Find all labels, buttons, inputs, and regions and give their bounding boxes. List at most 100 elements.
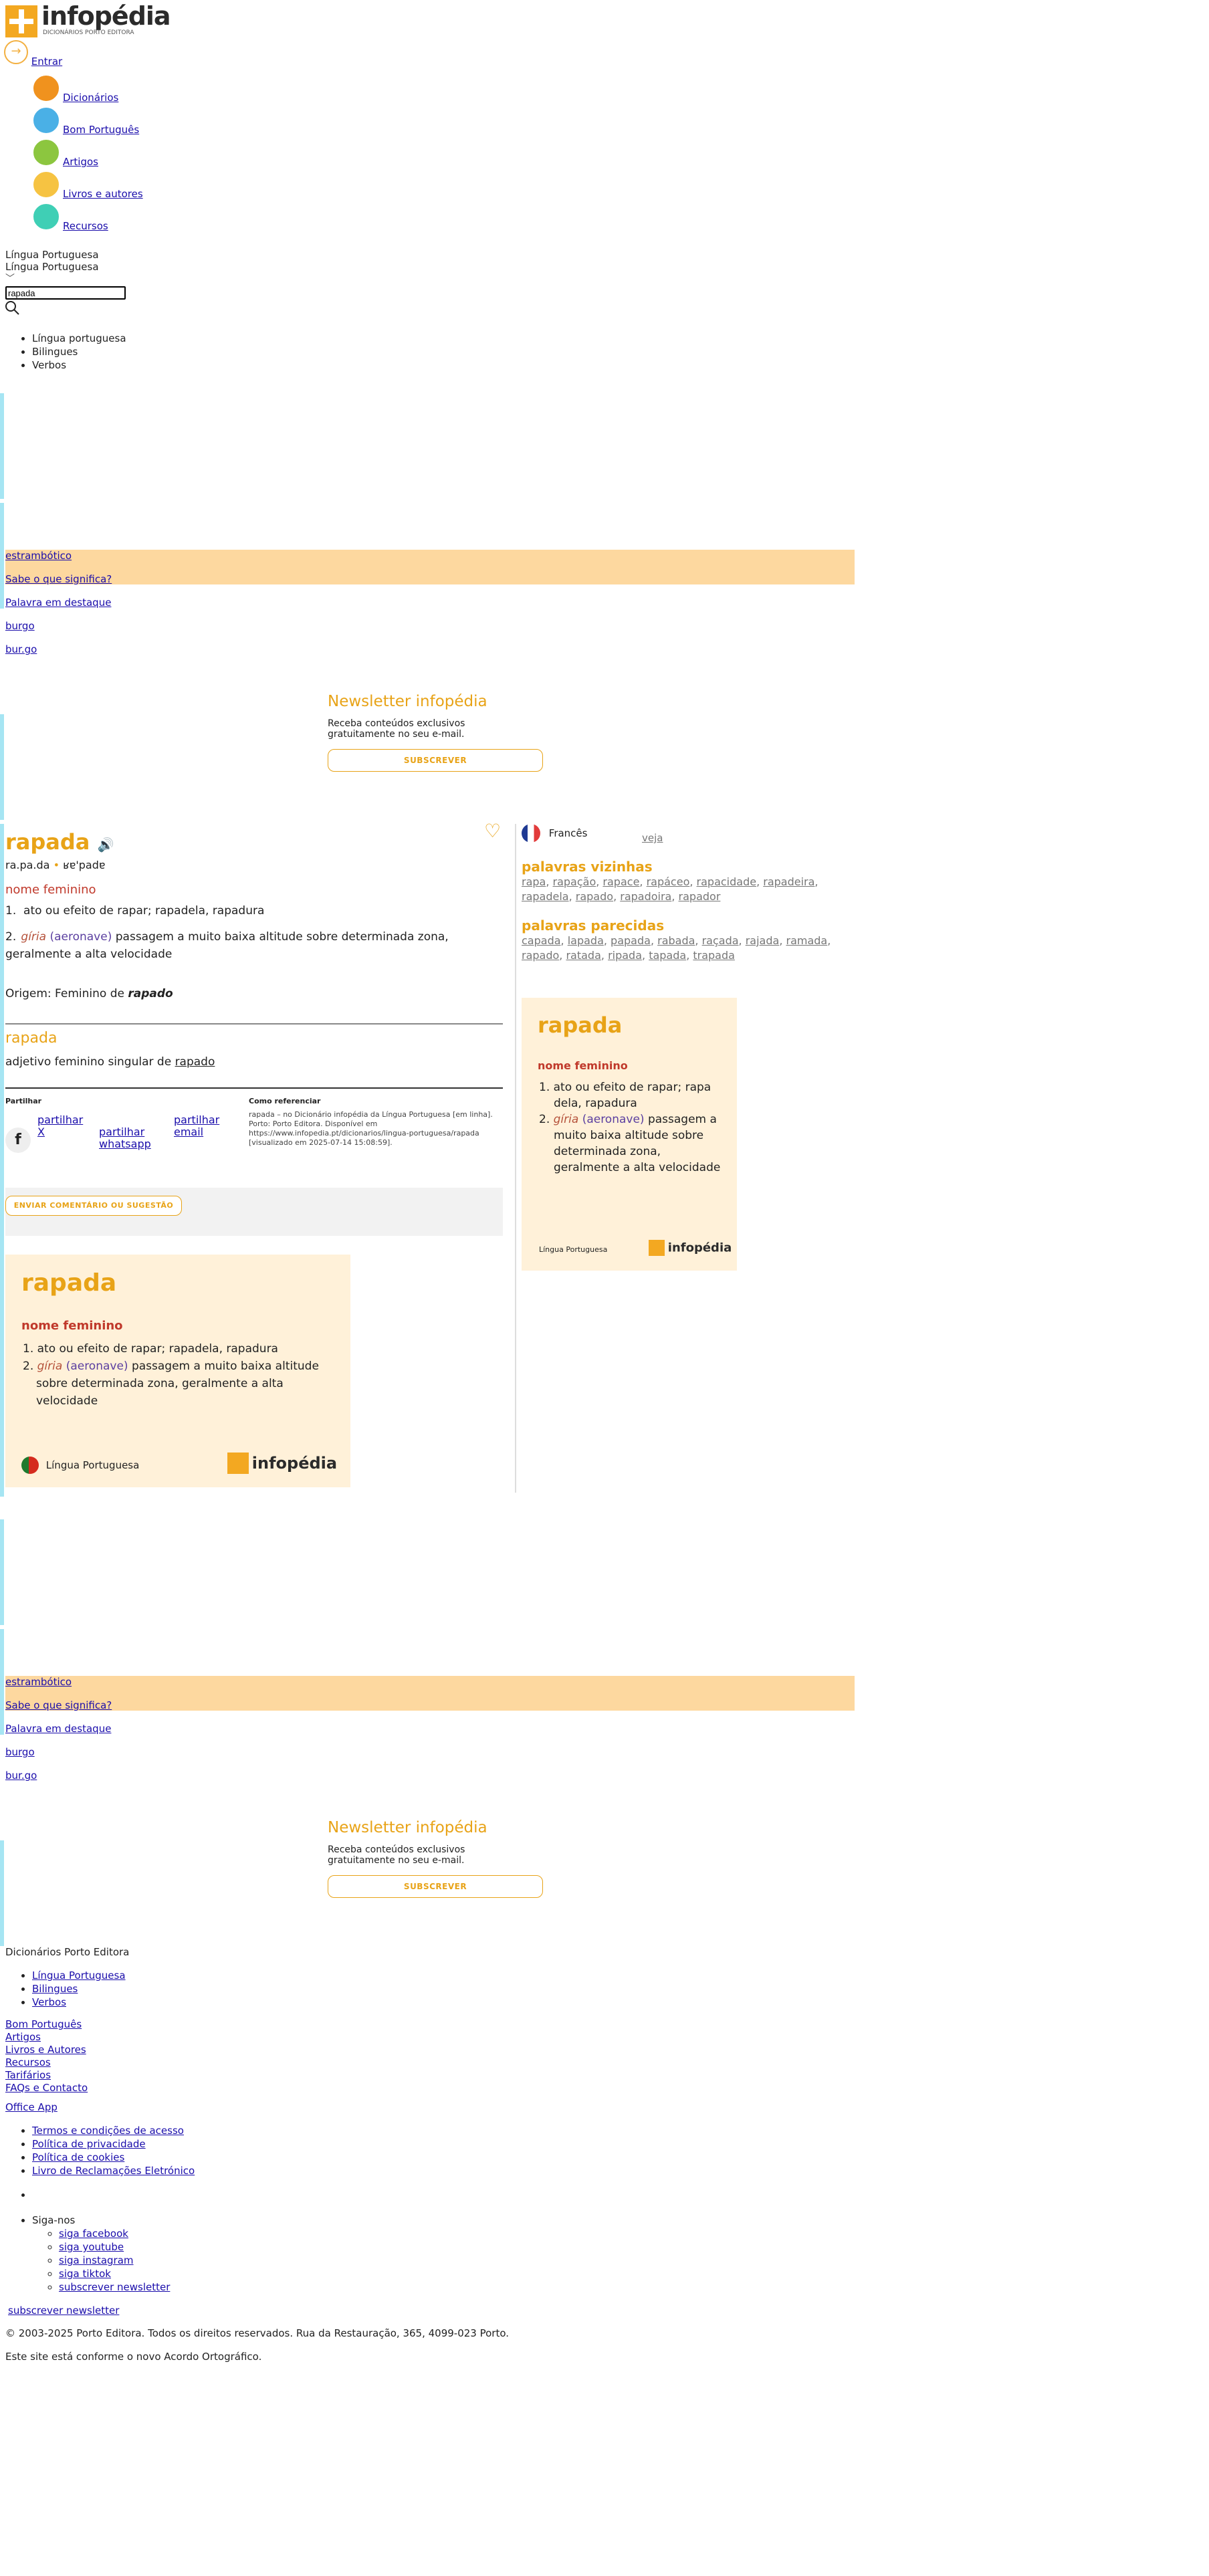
ad-banner <box>0 503 4 609</box>
entry-sense-2: 2. gíria (aeronave) passagem a muito bai… <box>5 930 449 961</box>
instagram-link[interactable]: siga instagram <box>59 2254 134 2266</box>
option-lingua-portuguesa[interactable]: Língua portuguesa <box>32 332 126 345</box>
featured-word-link[interactable]: burgo <box>5 1746 35 1758</box>
heart-icon[interactable]: ♡ <box>484 820 501 842</box>
featured-syllables-link[interactable]: bur.go <box>5 643 37 655</box>
login-icon: → <box>4 40 28 64</box>
card-language: Língua Portuguesa <box>21 1457 139 1474</box>
newsletter-title: Newsletter infopédia <box>328 1819 487 1836</box>
dictionary-options: Língua portuguesa Bilingues Verbos <box>0 332 126 372</box>
nav-item-recursos[interactable]: Recursos <box>32 201 143 233</box>
entry-pos: nome feminino <box>5 883 96 897</box>
word-of-day-link[interactable]: estrambótico <box>5 1676 72 1688</box>
document-icon <box>32 138 60 167</box>
youtube-link[interactable]: siga youtube <box>59 2241 124 2253</box>
pencil-icon <box>32 106 60 134</box>
footer-spacer-list <box>0 2188 32 2202</box>
subscribe-newsletter-link[interactable]: subscrever newsletter <box>8 2304 119 2317</box>
logo-text: infopédia <box>41 1 171 31</box>
portugal-flag-icon <box>21 1457 39 1474</box>
option-verbos[interactable]: Verbos <box>32 358 126 372</box>
nav-item-artigos[interactable]: Artigos <box>32 136 143 169</box>
office-app-link[interactable]: Office App <box>5 2101 58 2113</box>
search-icon[interactable] <box>4 300 20 316</box>
featured-word-label[interactable]: Palavra em destaque <box>5 597 111 609</box>
ad-banner <box>0 393 4 499</box>
newsletter-text: Receba conteúdos exclusivos gratuitament… <box>328 718 465 740</box>
footer-links: Bom Português Artigos Livros e Autores R… <box>5 2018 88 2094</box>
facebook-link[interactable]: siga facebook <box>59 2228 128 2240</box>
share-x-link[interactable]: partilhar X <box>37 1114 84 1138</box>
entry-origin: Origem: Feminino de rapado <box>5 987 173 1000</box>
copyright: © 2003-2025 Porto Editora. Todos os dire… <box>5 2327 510 2339</box>
main-definition-card: rapada nome feminino 1. ato ou efeito de… <box>5 1255 350 1487</box>
newsletter-title: Newsletter infopédia <box>328 693 487 710</box>
nav-item-bom-portugues[interactable]: Bom Português <box>32 104 143 136</box>
divider <box>5 1087 503 1089</box>
orthography-note: Este site está conforme o novo Acordo Or… <box>5 2351 262 2363</box>
entry-sense-1: 1. ato ou efeito de rapar; rapadela, rap… <box>5 904 265 918</box>
newsletter-block: Newsletter infopédia Receba conteúdos ex… <box>328 1819 548 1898</box>
ad-banner <box>0 1840 4 1946</box>
translate-language[interactable]: Francês <box>522 824 587 843</box>
ad-banner <box>0 714 4 820</box>
footer-brand: Dicionários Porto Editora <box>5 1946 130 1958</box>
neighbor-words: palavras vizinhas rapa, rapação, rapace,… <box>522 859 818 903</box>
login-link[interactable]: Entrar <box>31 56 62 68</box>
card-logo: infopédia <box>227 1453 337 1474</box>
logo-icon <box>5 5 37 37</box>
tiktok-link[interactable]: siga tiktok <box>59 2268 111 2280</box>
word-of-day-band <box>5 550 855 584</box>
option-bilingues[interactable]: Bilingues <box>32 345 126 358</box>
word-of-day-band <box>5 1676 855 1711</box>
login[interactable]: → Entrar <box>4 40 62 68</box>
book-icon <box>32 74 60 102</box>
see-link[interactable]: veja <box>642 832 663 844</box>
newsletter-block: Newsletter infopédia Receba conteúdos ex… <box>328 693 548 772</box>
featured-word-label[interactable]: Palavra em destaque <box>5 1723 111 1735</box>
ad-banner <box>0 1519 4 1625</box>
books-icon <box>32 171 60 199</box>
card-logo: infopédia <box>649 1240 732 1256</box>
chevron-down-icon[interactable]: ﹀ <box>5 273 99 285</box>
share-whatsapp-link[interactable]: partilhar whatsapp <box>99 1126 159 1150</box>
search-input[interactable] <box>5 286 126 300</box>
subscribe-button[interactable]: SUBSCREVER <box>328 749 543 772</box>
main-nav: Dicionários Bom Português Artigos Livros… <box>0 72 143 233</box>
sidebar-definition-card: rapada nome feminino 1. ato ou efeito de… <box>522 998 737 1271</box>
logo-subtitle: DICIONÁRIOS PORTO EDITORA <box>43 29 134 36</box>
entry-headword: rapada 🔊 <box>5 829 114 855</box>
comment-button[interactable]: ENVIAR COMENTÁRIO OU SUGESTÃO <box>5 1196 182 1216</box>
ad-banner <box>0 824 4 1497</box>
share-label: Partilhar <box>5 1097 42 1105</box>
france-flag-icon <box>522 824 540 843</box>
featured-word-link[interactable]: burgo <box>5 620 35 632</box>
sidebar-divider <box>515 824 516 1493</box>
second-headword: rapada <box>5 1030 58 1047</box>
resources-icon <box>32 203 60 231</box>
audio-icon[interactable]: 🔊 <box>98 837 114 853</box>
comment-area: ENVIAR COMENTÁRIO OU SUGESTÃO <box>5 1188 503 1236</box>
nav-item-livros-autores[interactable]: Livros e autores <box>32 169 143 201</box>
logo[interactable]: infopédia DICIONÁRIOS PORTO EDITORA <box>0 0 171 40</box>
divider <box>5 1023 503 1025</box>
second-definition: adjetivo feminino singular de rapado <box>5 1055 215 1069</box>
featured-syllables-link[interactable]: bur.go <box>5 1769 37 1782</box>
footer-legal: Termos e condições de acesso Política de… <box>0 2124 195 2177</box>
dictionary-select[interactable]: Língua Portuguesa Língua Portuguesa ﹀ <box>5 249 99 285</box>
know-meaning-link[interactable]: Sabe o que significa? <box>5 1699 112 1711</box>
footer-dictionaries: Língua Portuguesa Bilingues Verbos <box>0 1969 126 2009</box>
footer-social: Siga-nos siga facebook siga youtube siga… <box>0 2214 170 2294</box>
word-of-day-link[interactable]: estrambótico <box>5 550 72 562</box>
subscribe-button[interactable]: SUBSCREVER <box>328 1875 543 1898</box>
rapado-link[interactable]: rapado <box>175 1055 215 1069</box>
share-email-link[interactable]: partilhar email <box>174 1114 227 1138</box>
ad-banner <box>0 1629 4 1735</box>
know-meaning-link[interactable]: Sabe o que significa? <box>5 573 112 585</box>
newsletter-text: Receba conteúdos exclusivos gratuitament… <box>328 1844 465 1866</box>
facebook-icon[interactable]: f <box>5 1128 31 1153</box>
nav-item-dicionarios[interactable]: Dicionários <box>32 72 143 104</box>
newsletter-link[interactable]: subscrever newsletter <box>59 2281 170 2293</box>
cite-block: Como referenciar rapada – no Dicionário … <box>249 1097 493 1147</box>
similar-words: palavras parecidas capada, lapada, papad… <box>522 918 831 962</box>
